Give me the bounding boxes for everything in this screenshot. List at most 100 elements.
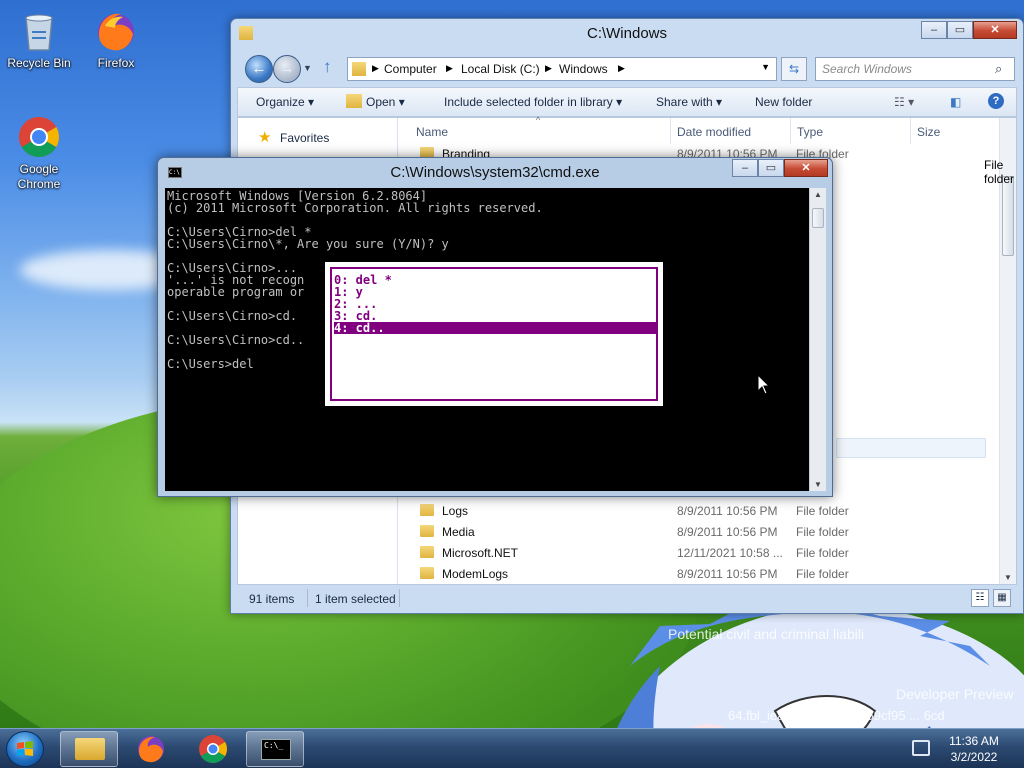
explorer-title: C:\Windows	[586, 25, 668, 42]
taskbar-firefox[interactable]	[122, 731, 180, 767]
organize-button[interactable]: Organize ▾	[256, 95, 314, 109]
column-separator[interactable]	[790, 118, 791, 144]
column-separator[interactable]	[670, 118, 671, 144]
organize-label: Organize	[256, 95, 305, 109]
desktop-icon-label: Recycle Bin	[7, 56, 71, 70]
scrollbar-thumb[interactable]	[1002, 176, 1014, 256]
breadcrumb-windows[interactable]: Windows	[559, 62, 608, 76]
back-button[interactable]: ←	[245, 55, 273, 83]
maximize-button[interactable]: ▭	[947, 21, 973, 39]
scroll-up-icon[interactable]: ▲	[814, 190, 822, 199]
column-header-name[interactable]: Name	[416, 125, 448, 139]
desktop-icon-recycle-bin[interactable]: Recycle Bin	[3, 8, 75, 71]
nav-favorites[interactable]: Favorites	[280, 131, 329, 145]
minimize-button[interactable]: –	[732, 159, 758, 177]
file-type: File folder	[796, 546, 849, 560]
up-arrow-icon[interactable]: ↑	[323, 57, 332, 77]
scrollbar-thumb[interactable]	[812, 208, 824, 228]
history-item-selected[interactable]: 4: cd..	[334, 322, 656, 334]
include-in-library-button[interactable]: Include selected folder in library ▾	[444, 95, 622, 109]
start-button[interactable]	[6, 731, 44, 767]
close-button[interactable]: ✕	[973, 21, 1017, 39]
help-icon[interactable]: ?	[988, 93, 1004, 109]
refresh-button[interactable]: ⇆	[781, 57, 807, 81]
taskbar: C:\_ 11:36 AM 3/2/2022	[0, 728, 1024, 768]
file-type: File folder	[796, 567, 849, 581]
column-separator[interactable]	[910, 118, 911, 144]
hidden-type-label: File folder	[984, 158, 1015, 186]
file-name: ModemLogs	[442, 567, 509, 581]
view-options-icon[interactable]: ☷ ▾	[894, 95, 914, 109]
desktop-icon-firefox[interactable]: Firefox	[80, 8, 152, 71]
file-row[interactable]: Media 8/9/2011 10:56 PM File folder	[412, 522, 972, 542]
watermark-line-3: 64.fbl_ieap.11080 ... 0.959cf95 ... 6cd	[728, 708, 945, 723]
file-date: 12/11/2021 10:58 ...	[677, 546, 783, 560]
history-item[interactable]: 1: y	[334, 286, 656, 298]
desktop-icon-label: Firefox	[97, 56, 135, 70]
file-row[interactable]: Microsoft.NET 12/11/2021 10:58 ... File …	[412, 543, 972, 563]
column-header-type[interactable]: Type	[797, 125, 823, 139]
recent-pages-dropdown-icon[interactable]: ▼	[303, 63, 312, 73]
cmd-vertical-scrollbar[interactable]: ▲ ▼	[809, 188, 826, 491]
breadcrumb-local-disk[interactable]: Local Disk (C:)	[461, 62, 540, 76]
firefox-icon	[138, 736, 164, 763]
taskbar-cmd[interactable]: C:\_	[246, 731, 304, 767]
status-bar: 91 items 1 item selected ☷ ▦	[237, 587, 1017, 611]
new-folder-button[interactable]: New folder	[755, 95, 812, 109]
open-button[interactable]: Open ▾	[366, 95, 405, 109]
breadcrumb-separator-icon: ▶	[446, 63, 453, 73]
cmd-title: C:\Windows\system32\cmd.exe	[390, 164, 600, 181]
share-label: Share with	[656, 95, 713, 109]
column-header-date[interactable]: Date modified	[677, 125, 751, 139]
scroll-down-icon[interactable]: ▼	[814, 480, 822, 489]
maximize-button[interactable]: ▭	[758, 159, 784, 177]
share-with-button[interactable]: Share with ▾	[656, 95, 722, 109]
folder-icon	[420, 567, 434, 579]
file-row[interactable]: Logs 8/9/2011 10:56 PM File folder	[412, 501, 972, 521]
command-history-popup[interactable]: 0: del * 1: y 2: ... 3: cd. 4: cd..	[325, 262, 663, 406]
chevron-down-icon[interactable]: ▼	[761, 62, 770, 72]
console-line: (c) 2011 Microsoft Corporation. All righ…	[167, 201, 543, 215]
history-item[interactable]: 2: ...	[334, 298, 656, 310]
address-bar[interactable]: ▶ Computer ▶ Local Disk (C:) ▶ Windows ▶…	[347, 57, 777, 81]
clock-date: 3/2/2022	[950, 750, 998, 764]
console-output[interactable]: Microsoft Windows [Version 6.2.8064] (c)…	[165, 188, 809, 491]
system-clock[interactable]: 11:36 AM 3/2/2022	[934, 733, 1014, 765]
search-input[interactable]: Search Windows	[815, 57, 1015, 81]
tiles-view-icon[interactable]: ▦	[993, 589, 1011, 607]
watermark-line-2: Developer Preview	[896, 686, 1014, 702]
folder-icon	[75, 738, 105, 760]
include-label: Include selected folder in library	[444, 95, 613, 109]
cmd-window[interactable]: C:\ C:\Windows\system32\cmd.exe – ▭ ✕ Mi…	[157, 157, 1014, 497]
command-bar: Organize ▾ Open ▾ Include selected folde…	[237, 87, 1017, 117]
firefox-icon	[93, 8, 139, 54]
selected-row-highlight[interactable]	[836, 438, 986, 458]
column-header-size[interactable]: Size	[917, 125, 940, 139]
search-icon[interactable]: ⌕	[995, 61, 1002, 77]
history-list: 0: del * 1: y 2: ... 3: cd. 4: cd..	[330, 267, 658, 401]
desktop-icon-chrome[interactable]: Google Chrome	[3, 114, 75, 192]
history-item[interactable]: 0: del *	[334, 274, 656, 286]
file-type: File folder	[796, 504, 849, 518]
taskbar-explorer[interactable]	[60, 731, 118, 767]
breadcrumb-computer[interactable]: Computer	[384, 62, 437, 76]
taskbar-chrome[interactable]	[184, 731, 242, 767]
breadcrumb-separator-icon: ▶	[618, 63, 625, 73]
console-line: C:\Users>del	[167, 357, 254, 371]
console-line: C:\Users\Cirno\*, Are you sure (Y/N)? y	[167, 237, 449, 251]
scroll-down-icon[interactable]: ▼	[1004, 573, 1012, 582]
explorer-vertical-scrollbar[interactable]: ▼	[999, 118, 1016, 584]
console-line: C:\Users\Cirno>cd..	[167, 333, 305, 347]
watermark-line-1: Potential civil and criminal liabili	[668, 626, 865, 642]
network-icon[interactable]	[912, 740, 930, 756]
close-button[interactable]: ✕	[784, 159, 828, 177]
forward-button[interactable]: →	[273, 55, 301, 83]
minimize-button[interactable]: –	[921, 21, 947, 39]
preview-pane-icon[interactable]: ◧	[950, 95, 961, 109]
status-divider	[307, 589, 308, 607]
file-type: File folder	[796, 525, 849, 539]
mouse-cursor-icon	[757, 374, 771, 395]
console-line: C:\Users\Cirno>cd.	[167, 309, 298, 323]
file-row[interactable]: ModemLogs 8/9/2011 10:56 PM File folder	[412, 564, 972, 584]
details-view-icon[interactable]: ☷	[971, 589, 989, 607]
